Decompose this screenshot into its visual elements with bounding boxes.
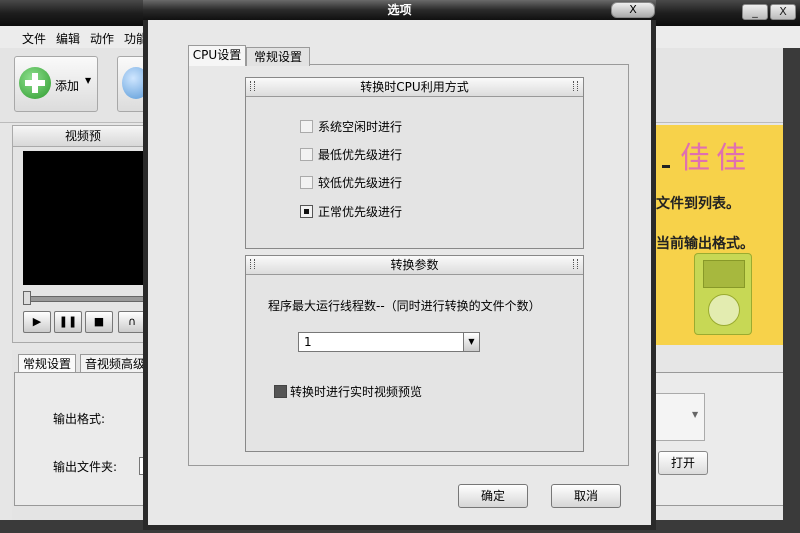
thread-count-select[interactable]: 1 ▼ bbox=[298, 332, 480, 352]
menu-file[interactable]: 文件 bbox=[22, 30, 46, 47]
add-button[interactable]: 添加 ▼ bbox=[14, 56, 98, 112]
conversion-params-group: 转换参数 程序最大运行线程数--（同时进行转换的文件个数） 1 ▼ 转换时进行实… bbox=[245, 255, 584, 452]
ok-button[interactable]: 确定 bbox=[458, 484, 528, 508]
realtime-preview-label: 转换时进行实时视频预览 bbox=[290, 385, 423, 399]
tab-av-advanced[interactable]: 音视频高级 bbox=[80, 354, 151, 373]
tab-cpu-settings[interactable]: CPU设置 bbox=[188, 45, 246, 66]
thread-count-label: 程序最大运行线程数--（同时进行转换的文件个数） bbox=[268, 299, 541, 313]
option-idle-check[interactable] bbox=[300, 120, 313, 133]
ad-text-1: 文件到列表。 bbox=[656, 196, 740, 212]
menu-action[interactable]: 动作 bbox=[90, 30, 114, 47]
preview-panel: 视频预 ▶ ❚❚ ■ ∩ bbox=[12, 125, 155, 343]
ad-banner: 佳佳 文件到列表。 当前输出格式。 bbox=[656, 125, 784, 345]
output-folder-label: 输出文件夹: bbox=[53, 460, 118, 474]
grip-icon bbox=[573, 81, 578, 91]
media-player-wheel bbox=[708, 294, 740, 326]
video-screen bbox=[23, 151, 153, 285]
dialog-close-button[interactable]: X bbox=[611, 2, 655, 18]
close-button[interactable]: X bbox=[770, 4, 796, 20]
option-normal-label: 正常优先级进行 bbox=[318, 205, 403, 219]
pause-button[interactable]: ❚❚ bbox=[54, 311, 82, 333]
stop-button[interactable]: ■ bbox=[85, 311, 113, 333]
cpu-group-title: 转换时CPU利用方式 bbox=[246, 78, 583, 97]
params-group-title: 转换参数 bbox=[246, 256, 583, 275]
option-lowest-label: 最低优先级进行 bbox=[318, 148, 403, 162]
option-low-label: 较低优先级进行 bbox=[318, 176, 403, 190]
options-dialog: 选项 X CPU设置 常规设置 转换时CPU利用方式 系统空闲时进行 最低优先级… bbox=[143, 0, 656, 530]
output-format-select[interactable]: ▼ bbox=[656, 393, 705, 441]
option-low-check[interactable] bbox=[300, 176, 313, 189]
dialog-client: CPU设置 常规设置 转换时CPU利用方式 系统空闲时进行 最低优先级进行 较低… bbox=[148, 20, 651, 525]
grip-icon bbox=[573, 259, 578, 269]
media-player-icon bbox=[694, 253, 752, 335]
tab-general-settings[interactable]: 常规设置 bbox=[246, 47, 310, 66]
seek-handle[interactable] bbox=[23, 291, 31, 305]
play-button[interactable]: ▶ bbox=[23, 311, 51, 333]
thread-count-value: 1 bbox=[304, 335, 312, 349]
option-idle-label: 系统空闲时进行 bbox=[318, 120, 403, 134]
tab-general-settings[interactable]: 常规设置 bbox=[18, 354, 77, 373]
preview-title: 视频预 bbox=[13, 126, 153, 147]
dropdown-arrow-icon: ▼ bbox=[85, 76, 92, 85]
realtime-preview-checkbox[interactable] bbox=[274, 385, 287, 398]
grip-icon bbox=[250, 259, 255, 269]
menu-edit[interactable]: 编辑 bbox=[56, 30, 80, 47]
cpu-usage-group: 转换时CPU利用方式 系统空闲时进行 最低优先级进行 较低优先级进行 正常优先级… bbox=[245, 77, 584, 249]
dialog-title: 选项 bbox=[143, 0, 656, 20]
chevron-down-icon[interactable]: ▼ bbox=[463, 333, 479, 351]
add-button-label: 添加 bbox=[55, 79, 80, 93]
grip-icon bbox=[250, 81, 255, 91]
chevron-down-icon: ▼ bbox=[692, 410, 699, 419]
option-lowest-check[interactable] bbox=[300, 148, 313, 161]
ad-dash bbox=[662, 165, 670, 168]
add-icon bbox=[19, 67, 51, 99]
open-button[interactable]: 打开 bbox=[658, 451, 708, 475]
ad-text-2: 当前输出格式。 bbox=[656, 236, 754, 252]
media-player-screen bbox=[703, 260, 745, 288]
window-frame-right bbox=[783, 48, 800, 533]
minimize-button[interactable]: _ bbox=[742, 4, 768, 20]
output-format-label: 输出格式: bbox=[53, 412, 106, 426]
volume-button[interactable]: ∩ bbox=[118, 311, 146, 333]
settings-body: 输出格式: 输出文件夹: bbox=[14, 372, 154, 506]
ad-logo: 佳佳 bbox=[680, 141, 752, 176]
seek-track[interactable] bbox=[23, 296, 155, 302]
option-normal-check[interactable] bbox=[300, 205, 313, 218]
cancel-button[interactable]: 取消 bbox=[551, 484, 621, 508]
